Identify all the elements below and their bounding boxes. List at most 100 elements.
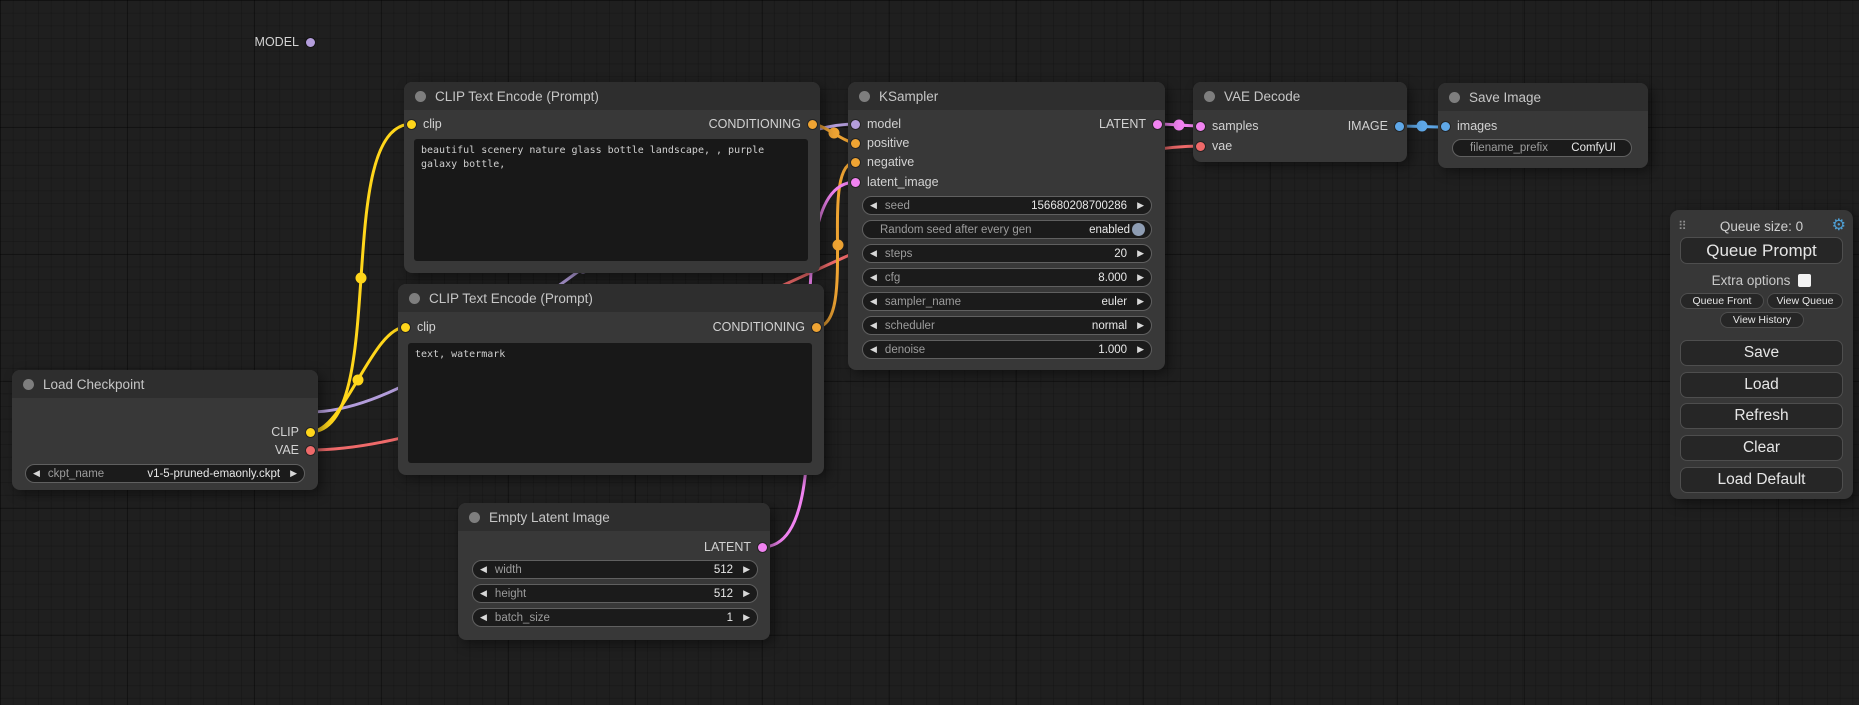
view-queue-button[interactable]: View Queue: [1767, 293, 1843, 309]
link-dot: [833, 240, 844, 251]
collapse-dot-icon[interactable]: [469, 512, 480, 523]
node-clip-text-encode-negative[interactable]: CLIP Text Encode (Prompt) clip CONDITION…: [398, 284, 824, 475]
node-clip-text-encode-positive[interactable]: CLIP Text Encode (Prompt) clip CONDITION…: [404, 82, 820, 273]
samples-input-dot[interactable]: [1196, 122, 1205, 131]
queue-prompt-button[interactable]: Queue Prompt: [1680, 237, 1843, 264]
increment-icon[interactable]: ▶: [743, 613, 750, 623]
collapse-dot-icon[interactable]: [23, 379, 34, 390]
latent-output-dot[interactable]: [1153, 120, 1162, 129]
widget-sampler-name[interactable]: ◀ sampler_name euler ▶: [862, 292, 1152, 311]
increment-icon[interactable]: ▶: [1137, 297, 1144, 307]
node-empty-latent-image[interactable]: Empty Latent Image LATENT ◀ width 512 ▶ …: [458, 503, 770, 640]
widget-seed[interactable]: ◀ seed 156680208700286 ▶: [862, 196, 1152, 215]
node-title-bar[interactable]: VAE Decode: [1193, 82, 1407, 110]
decrement-icon[interactable]: ◀: [870, 273, 877, 283]
latent-output-dot[interactable]: [758, 543, 767, 552]
extra-options-checkbox[interactable]: [1798, 274, 1811, 287]
node-title: Empty Latent Image: [489, 510, 610, 525]
node-title-bar[interactable]: CLIP Text Encode (Prompt): [404, 82, 820, 110]
decrement-icon[interactable]: ◀: [870, 201, 877, 211]
increment-icon[interactable]: ▶: [743, 565, 750, 575]
decrement-icon[interactable]: ◀: [870, 297, 877, 307]
model-input-dot[interactable]: [851, 120, 860, 129]
widget-value: normal: [1092, 320, 1127, 332]
output-slot-clip: CLIP: [271, 425, 315, 439]
node-title-bar[interactable]: CLIP Text Encode (Prompt): [398, 284, 824, 312]
node-title-bar[interactable]: Save Image: [1438, 83, 1648, 111]
widget-width[interactable]: ◀ width 512 ▶: [472, 560, 758, 579]
graph-canvas[interactable]: Load Checkpoint MODEL CLIP VAE ◀ ckpt_na…: [0, 0, 1859, 705]
refresh-button[interactable]: Refresh: [1680, 403, 1843, 429]
widget-height[interactable]: ◀ height 512 ▶: [472, 584, 758, 603]
collapse-dot-icon[interactable]: [1204, 91, 1215, 102]
increment-icon[interactable]: ▶: [1137, 345, 1144, 355]
input-slot-model: model: [851, 117, 901, 131]
gear-icon[interactable]: ⚙: [1832, 218, 1846, 234]
decrement-icon[interactable]: ◀: [480, 613, 487, 623]
node-title-bar[interactable]: KSampler: [848, 82, 1165, 110]
widget-scheduler[interactable]: ◀ scheduler normal ▶: [862, 316, 1152, 335]
decrement-icon[interactable]: ◀: [870, 345, 877, 355]
clip-input-dot[interactable]: [401, 323, 410, 332]
decrement-icon[interactable]: ◀: [480, 565, 487, 575]
widget-denoise[interactable]: ◀ denoise 1.000 ▶: [862, 340, 1152, 359]
queue-front-button[interactable]: Queue Front: [1680, 293, 1764, 309]
increment-icon[interactable]: ▶: [290, 469, 297, 479]
widget-value: 1.000: [1098, 344, 1127, 356]
collapse-dot-icon[interactable]: [409, 293, 420, 304]
collapse-dot-icon[interactable]: [1449, 92, 1460, 103]
decrement-icon[interactable]: ◀: [33, 469, 40, 479]
clip-output-dot[interactable]: [306, 428, 315, 437]
increment-icon[interactable]: ▶: [1137, 249, 1144, 259]
node-title: Load Checkpoint: [43, 377, 144, 392]
collapse-dot-icon[interactable]: [859, 91, 870, 102]
input-slot-latent-image: latent_image: [851, 175, 939, 189]
extra-options-row: Extra options: [1670, 271, 1853, 289]
node-ksampler[interactable]: KSampler model positive negative latent_…: [848, 82, 1165, 370]
load-default-button[interactable]: Load Default: [1680, 467, 1843, 493]
increment-icon[interactable]: ▶: [1137, 321, 1144, 331]
vae-input-dot[interactable]: [1196, 142, 1205, 151]
clip-input-dot[interactable]: [407, 120, 416, 129]
node-title-bar[interactable]: Empty Latent Image: [458, 503, 770, 531]
widget-label: ckpt_name: [48, 468, 104, 480]
collapse-dot-icon[interactable]: [415, 91, 426, 102]
increment-icon[interactable]: ▶: [743, 589, 750, 599]
model-output-dot[interactable]: [306, 38, 315, 47]
vae-output-dot[interactable]: [306, 446, 315, 455]
latent-image-input-dot[interactable]: [851, 178, 860, 187]
positive-prompt-textarea[interactable]: beautiful scenery nature glass bottle la…: [414, 139, 808, 261]
images-input-dot[interactable]: [1441, 122, 1450, 131]
conditioning-output-dot[interactable]: [808, 120, 817, 129]
widget-steps[interactable]: ◀ steps 20 ▶: [862, 244, 1152, 263]
node-load-checkpoint[interactable]: Load Checkpoint MODEL CLIP VAE ◀ ckpt_na…: [12, 370, 318, 490]
node-vae-decode[interactable]: VAE Decode samples vae IMAGE: [1193, 82, 1407, 162]
view-history-button[interactable]: View History: [1720, 312, 1804, 328]
conditioning-output-dot[interactable]: [812, 323, 821, 332]
widget-filename-prefix[interactable]: filename_prefix ComfyUI: [1452, 139, 1632, 157]
negative-input-dot[interactable]: [851, 158, 860, 167]
positive-input-dot[interactable]: [851, 139, 860, 148]
load-button[interactable]: Load: [1680, 372, 1843, 398]
node-title: CLIP Text Encode (Prompt): [435, 89, 599, 104]
decrement-icon[interactable]: ◀: [480, 589, 487, 599]
image-output-dot[interactable]: [1395, 122, 1404, 131]
queue-menu-panel[interactable]: ⠿ Queue size: 0 ⚙ Queue Prompt Extra opt…: [1670, 210, 1853, 499]
widget-ckpt-name[interactable]: ◀ ckpt_name v1-5-pruned-emaonly.ckpt ▶: [25, 464, 305, 483]
toggle-circle-icon[interactable]: [1132, 223, 1145, 236]
node-save-image[interactable]: Save Image images filename_prefix ComfyU…: [1438, 83, 1648, 168]
decrement-icon[interactable]: ◀: [870, 321, 877, 331]
slot-label: model: [867, 117, 901, 131]
widget-batch-size[interactable]: ◀ batch_size 1 ▶: [472, 608, 758, 627]
decrement-icon[interactable]: ◀: [870, 249, 877, 259]
increment-icon[interactable]: ▶: [1137, 273, 1144, 283]
save-button[interactable]: Save: [1680, 340, 1843, 366]
output-slot-vae: VAE: [275, 443, 315, 457]
drag-handle-icon[interactable]: ⠿: [1678, 219, 1686, 233]
negative-prompt-textarea[interactable]: text, watermark: [408, 343, 812, 463]
widget-random-seed-toggle[interactable]: Random seed after every gen enabled: [862, 220, 1152, 239]
increment-icon[interactable]: ▶: [1137, 201, 1144, 211]
node-title-bar[interactable]: Load Checkpoint: [12, 370, 318, 398]
clear-button[interactable]: Clear: [1680, 435, 1843, 461]
widget-cfg[interactable]: ◀ cfg 8.000 ▶: [862, 268, 1152, 287]
